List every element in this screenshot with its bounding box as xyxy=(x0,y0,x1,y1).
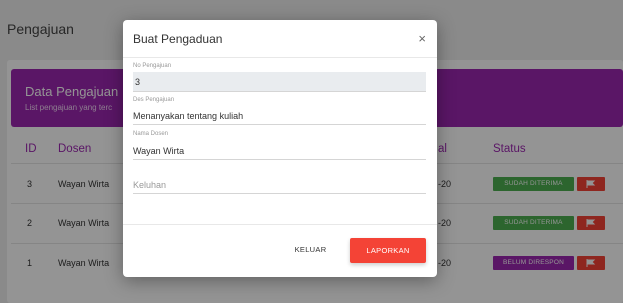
modal-header-divider xyxy=(123,57,437,58)
complaint-modal: Buat Pengaduan × No Pengajuan 3 Des Peng… xyxy=(123,20,437,277)
keluar-button[interactable]: KELUAR xyxy=(283,238,338,261)
no-pengajuan-field: 3 xyxy=(133,72,426,92)
nama-dosen-field[interactable]: Wayan Wirta xyxy=(133,142,426,160)
laporkan-button[interactable]: LAPORKAN xyxy=(350,238,426,263)
close-icon[interactable]: × xyxy=(418,31,426,46)
modal-footer-divider xyxy=(123,224,437,225)
modal-title: Buat Pengaduan xyxy=(133,32,223,46)
des-pengajuan-label: Des Pengajuan xyxy=(133,97,175,103)
keluhan-field[interactable]: Keluhan xyxy=(133,176,426,194)
des-pengajuan-field[interactable]: Menanyakan tentang kuliah xyxy=(133,107,426,125)
nama-dosen-label: Nama Dosen xyxy=(133,131,169,137)
no-pengajuan-label: No Pengajuan xyxy=(133,63,172,69)
